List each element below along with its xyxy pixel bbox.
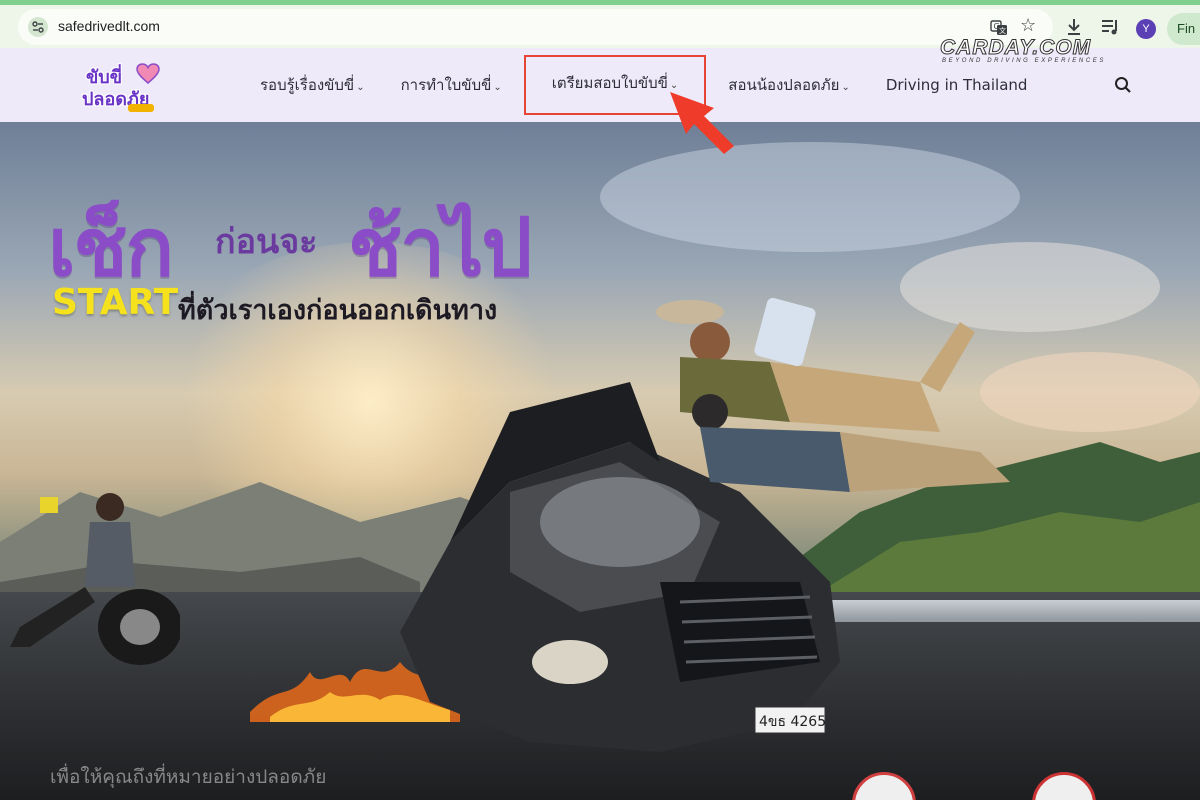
heart-icon: [136, 63, 160, 84]
logo-badge: [128, 104, 154, 112]
nav-item-driving-knowledge[interactable]: รอบรู้เรื่องขับขี่ ⌄: [260, 73, 365, 97]
watermark-subtext: BEYOND DRIVING EXPERIENCES: [942, 58, 1106, 64]
cloud: [600, 142, 1020, 252]
start-subheadline: ที่ตัวเราเองก่อนออกเดินทาง: [178, 295, 498, 326]
chevron-down-icon: ⌄: [841, 82, 850, 93]
site-logo[interactable]: ขับขี่ ปลอดภัย: [76, 56, 168, 116]
site-info-icon[interactable]: [28, 17, 48, 37]
hero-banner[interactable]: 4ขธ 4265 เช็ก ก่อนจะ ช้าไป START ที่ตัวเ…: [0, 122, 1200, 800]
address-bar[interactable]: safedrivedlt.com G 文 ☆: [18, 9, 1053, 45]
search-icon[interactable]: [1114, 76, 1132, 98]
translate-icon[interactable]: G 文: [990, 19, 1008, 37]
nav-item-label: Driving in Thailand: [885, 76, 1028, 94]
nav-item-teach-kids-safety[interactable]: สอนน้องปลอดภัย ⌄: [728, 73, 850, 97]
chevron-down-icon: ⌄: [493, 82, 502, 93]
nav-item-label: การทำใบขับขี่: [400, 76, 492, 94]
hero-caption: เพื่อให้คุณถึงที่หมายอย่างปลอดภัย: [50, 766, 327, 788]
guardrail: [800, 600, 1200, 622]
license-plate-text: 4ขธ 4265: [759, 714, 826, 730]
carday-watermark: CARDAY.COM BEYOND DRIVING EXPERIENCES: [939, 36, 1150, 66]
nav-item-label: สอนน้องปลอดภัย: [728, 76, 840, 94]
finish-update-chip[interactable]: Fin: [1167, 13, 1200, 45]
flying-people: [656, 297, 1010, 492]
person-with-tire: [10, 493, 180, 665]
bookmark-star-icon[interactable]: ☆: [1020, 17, 1036, 35]
headline-before: ก่อนจะ: [215, 222, 318, 262]
watermark-text: CARDAY.COM: [939, 36, 1092, 60]
nav-item-get-license[interactable]: การทำใบขับขี่ ⌄: [401, 73, 502, 97]
svg-text:文: 文: [999, 26, 1006, 35]
nav-item-label: เตรียมสอบใบขับขี่: [551, 74, 668, 92]
annotation-arrow-icon: [670, 92, 734, 154]
url-text[interactable]: safedrivedlt.com: [58, 18, 160, 34]
start-word: START: [52, 282, 179, 323]
nav-item-label: รอบรู้เรื่องขับขี่: [260, 76, 355, 94]
nav-item-driving-in-thailand[interactable]: Driving in Thailand: [886, 76, 1028, 94]
chevron-down-icon: ⌄: [356, 82, 365, 93]
